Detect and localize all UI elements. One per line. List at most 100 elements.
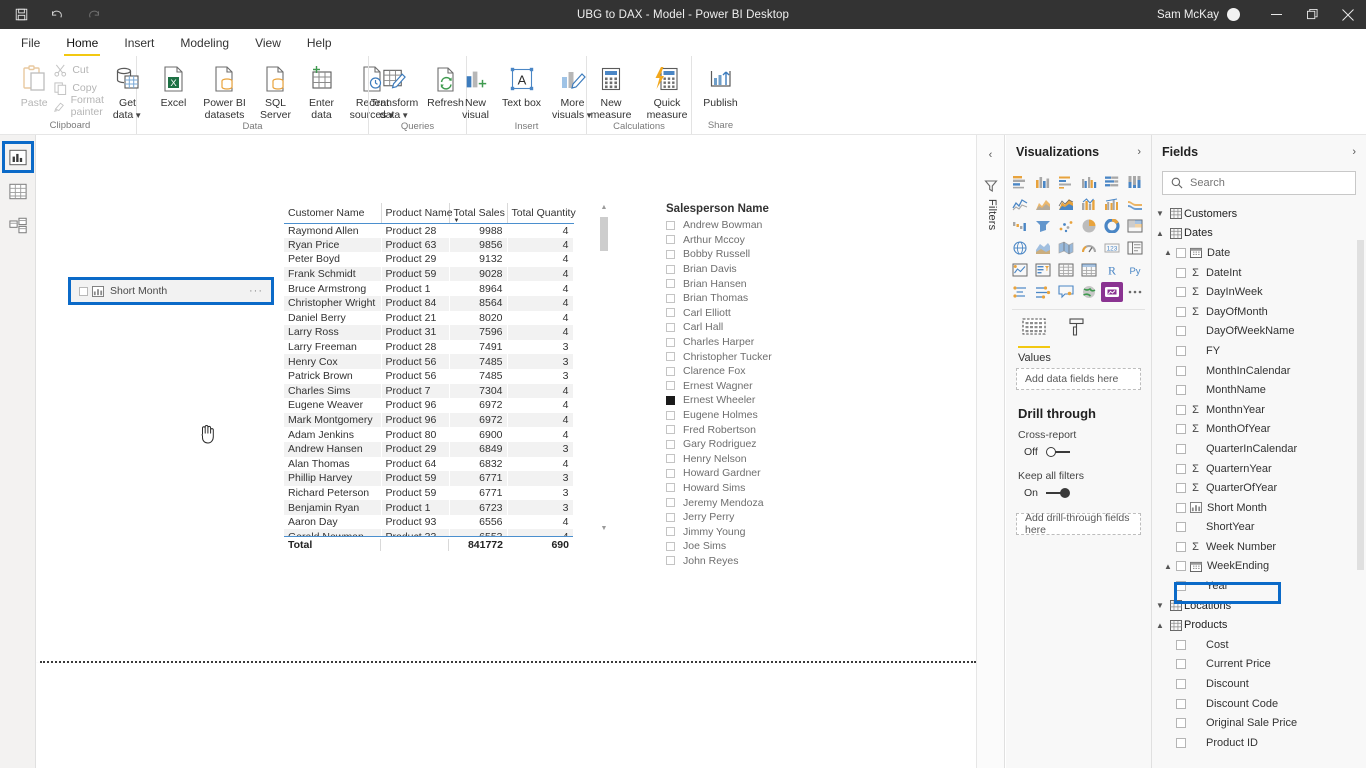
filters-pane-collapsed[interactable]: ‹ Filters — [976, 135, 1005, 768]
pie-chart-icon[interactable] — [1078, 216, 1100, 236]
slicer-checkbox[interactable] — [666, 249, 675, 259]
slicer-checkbox[interactable] — [666, 220, 675, 230]
fields-field-node[interactable]: Discount — [1152, 674, 1366, 694]
stacked-area-chart-icon[interactable] — [1055, 194, 1077, 214]
table-row[interactable]: Mark Montgomery Product 96 6972 4 — [284, 412, 573, 428]
column-header-product-name[interactable]: Product Name — [381, 203, 453, 224]
fields-field-node[interactable]: ShortYear — [1152, 518, 1366, 538]
fields-field-node[interactable]: Σ MonthOfYear — [1152, 420, 1366, 440]
table-row[interactable]: Christopher Wright Product 84 8564 4 — [284, 295, 573, 311]
qna-icon[interactable] — [1055, 282, 1077, 302]
slicer-item[interactable]: Joe Sims — [666, 539, 976, 554]
slicer-item[interactable]: Howard Gardner — [666, 466, 976, 481]
table-vertical-scrollbar[interactable]: ▲ ▼ — [599, 203, 609, 536]
treemap-icon[interactable] — [1124, 216, 1146, 236]
fields-tree[interactable]: ▼ Customers ▲ Dates ▲ Date Σ DateInt Σ DayInWeek Σ… — [1152, 204, 1366, 753]
slicer-item[interactable]: Carl Hall — [666, 320, 976, 335]
ribbon-tab-help[interactable]: Help — [294, 30, 345, 56]
table-row[interactable]: Bruce Armstrong Product 1 8964 4 — [284, 281, 573, 296]
slicer-item[interactable]: Henry Nelson — [666, 452, 976, 467]
chevron-up-icon[interactable]: ▲ — [1152, 621, 1168, 630]
field-checkbox[interactable] — [1176, 365, 1186, 376]
fields-field-node[interactable]: Cost — [1152, 635, 1366, 655]
slicer-checkbox[interactable] — [666, 425, 675, 435]
slicer-item[interactable]: Eugene Holmes — [666, 408, 976, 423]
fields-pane[interactable]: Fields › ▼Customers▲Dates▲DateΣDateIntΣD… — [1152, 135, 1366, 768]
table-row[interactable]: Richard Peterson Product 59 6771 3 — [284, 486, 573, 501]
transform-data-button[interactable]: Transform data▼ — [367, 59, 423, 121]
fields-search-box[interactable] — [1162, 171, 1356, 195]
fields-field-node[interactable]: ▲ WeekEnding — [1152, 557, 1366, 577]
field-checkbox[interactable] — [1176, 698, 1186, 709]
field-checkbox[interactable] — [1176, 345, 1186, 356]
slicer-item[interactable]: Brian Davis — [666, 262, 976, 277]
slicer-checkbox[interactable] — [666, 454, 675, 464]
save-icon[interactable] — [10, 4, 32, 26]
slicer-checkbox[interactable] — [666, 293, 675, 303]
tab-format[interactable] — [1068, 317, 1086, 348]
slicer-item[interactable]: Gary Rodriguez — [666, 437, 976, 452]
fields-field-node[interactable]: Σ DayInWeek — [1152, 282, 1366, 302]
report-page[interactable]: Short Month ··· Customer Name Product Na… — [36, 135, 976, 662]
fields-field-node[interactable]: Discount Code — [1152, 694, 1366, 714]
table-row[interactable]: Eugene Weaver Product 96 6972 4 — [284, 398, 573, 413]
card-icon[interactable]: 123 — [1101, 238, 1123, 258]
chevron-up-icon[interactable]: ▲ — [1160, 562, 1176, 571]
fields-field-node[interactable]: Σ QuarternYear — [1152, 459, 1366, 479]
ribbon-tab-insert[interactable]: Insert — [111, 30, 167, 56]
close-icon[interactable] — [1330, 0, 1366, 29]
fields-table-node[interactable]: ▼ Locations — [1152, 596, 1366, 616]
fields-field-node[interactable]: Σ Week Number — [1152, 537, 1366, 557]
table-row[interactable]: Andrew Hansen Product 29 6849 3 — [284, 441, 573, 457]
fields-field-node[interactable]: QuarterInCalendar — [1152, 439, 1366, 459]
map-icon[interactable] — [1009, 238, 1031, 258]
table-row[interactable]: Raymond Allen Product 28 9988 4 — [284, 223, 573, 238]
slicer-checkbox[interactable] — [666, 337, 675, 347]
avatar[interactable] — [1227, 8, 1240, 21]
fields-field-node[interactable]: Short Month — [1152, 498, 1366, 518]
ribbon-tab-file[interactable]: File — [8, 30, 53, 56]
fields-field-node[interactable]: DayOfWeekName — [1152, 322, 1366, 342]
collapse-fields-chevron-icon[interactable]: › — [1352, 146, 1356, 158]
fields-field-node[interactable]: Σ QuarterOfYear — [1152, 478, 1366, 498]
collapse-visualizations-chevron-icon[interactable]: › — [1137, 146, 1141, 158]
field-checkbox[interactable] — [1176, 306, 1186, 317]
table-visual[interactable]: Customer Name Product Name Total Sales ▼… — [284, 203, 609, 551]
field-checkbox[interactable] — [1176, 737, 1186, 748]
clustered-column-chart-icon[interactable] — [1078, 172, 1100, 192]
chevron-down-icon[interactable]: ▼ — [1152, 601, 1168, 610]
slicer-checkbox[interactable] — [666, 366, 675, 376]
excel-button[interactable]: X Excel — [151, 59, 197, 109]
kpi-icon[interactable] — [1009, 260, 1031, 280]
column-header-customer-name[interactable]: Customer Name — [284, 203, 382, 224]
expand-filters-chevron-left-icon[interactable]: ‹ — [977, 149, 1004, 161]
field-checkbox[interactable] — [1176, 541, 1186, 552]
decomposition-tree-icon[interactable] — [1032, 282, 1054, 302]
slicer-item[interactable]: Jerry Perry — [666, 510, 976, 525]
ribbon-tab-home[interactable]: Home — [53, 30, 111, 56]
ribbon-tab-modeling[interactable]: Modeling — [167, 30, 242, 56]
column-header-total-sales[interactable]: Total Sales ▼ — [449, 203, 508, 224]
fields-field-node[interactable]: Σ MonthnYear — [1152, 400, 1366, 420]
scroll-up-icon[interactable]: ▲ — [601, 203, 608, 215]
line-chart-icon[interactable] — [1009, 194, 1031, 214]
table-icon[interactable] — [1055, 260, 1077, 280]
model-view-icon[interactable] — [2, 209, 34, 241]
chevron-up-icon[interactable]: ▲ — [1160, 248, 1176, 257]
fields-table-node[interactable]: ▲ Dates — [1152, 224, 1366, 244]
more-options-icon[interactable] — [1124, 282, 1146, 302]
redo-icon[interactable] — [82, 4, 104, 26]
table-row[interactable]: Frank Schmidt Product 59 9028 4 — [284, 266, 573, 282]
table-row[interactable]: Ryan Price Product 63 9856 4 — [284, 237, 573, 253]
arcgis-map-icon[interactable] — [1078, 282, 1100, 302]
keep-all-filters-toggle[interactable] — [1045, 487, 1071, 499]
slicer-item-list[interactable]: Andrew Bowman Arthur Mccoy Bobby Russell Br… — [666, 218, 976, 568]
enter-data-button[interactable]: Enter data — [299, 59, 345, 121]
slicer-item[interactable]: Ernest Wheeler — [666, 393, 976, 408]
slicer-checkbox[interactable] — [666, 439, 675, 449]
slicer-item[interactable]: Andrew Bowman — [666, 218, 976, 233]
report-canvas[interactable]: Short Month ··· Customer Name Product Na… — [36, 135, 976, 768]
table-row[interactable]: Aaron Day Product 93 6556 4 — [284, 515, 573, 530]
fields-field-node[interactable]: MonthName — [1152, 380, 1366, 400]
slicer-visual[interactable]: Salesperson Name Andrew Bowman Arthur Mcc… — [666, 203, 976, 568]
